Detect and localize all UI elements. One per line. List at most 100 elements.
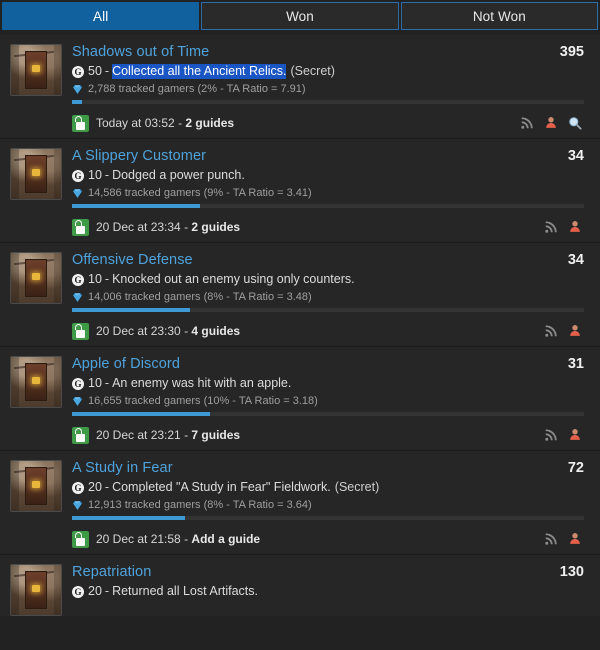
achievement-body: A Study in Fear 72 G 20- Completed "A Study … <box>62 459 590 554</box>
gamerscore-icon: G <box>72 481 84 494</box>
achievement-description-row: G 10- An enemy was hit with an apple. <box>72 376 584 391</box>
unlock-info: 20 Dec at 23:34 - 2 guides <box>96 220 241 234</box>
progress-fill <box>72 100 83 104</box>
unlocked-padlock-icon <box>72 322 89 340</box>
achievement-title-row: Repatriation 130 <box>72 563 584 581</box>
achievement-thumbnail[interactable] <box>10 252 62 304</box>
achievement-stats-row: 14,006 tracked gamers (8% - TA Ratio = 3… <box>72 290 584 304</box>
tab-won[interactable]: Won <box>201 2 399 30</box>
ta-score: 395 <box>559 44 584 60</box>
achievement-thumbnail[interactable] <box>10 44 62 96</box>
achievement-footer-row: 20 Dec at 23:30 - 4 guides <box>72 316 584 346</box>
filter-tab-bar: All Won Not Won <box>0 0 600 30</box>
gamerscore-value: 50 <box>88 64 102 78</box>
achievement-row[interactable]: Repatriation 130 G 20- Returned all Lost Art… <box>0 555 600 616</box>
achievement-thumbnail[interactable] <box>10 148 62 200</box>
unlocked-padlock-icon <box>72 426 89 444</box>
guides-link[interactable]: 7 guides <box>191 428 240 442</box>
achievement-row[interactable]: A Study in Fear 72 G 20- Completed "A Study … <box>0 451 600 555</box>
achievement-body: Apple of Discord 31 G 10- An enemy was hit w… <box>62 355 590 450</box>
achievement-stats-row: 12,913 tracked gamers (8% - TA Ratio = 3… <box>72 498 584 512</box>
achievement-title-link[interactable]: A Slippery Customer <box>72 147 206 165</box>
completion-progress-bar <box>72 308 584 312</box>
completion-progress-bar <box>72 100 584 104</box>
achievement-description: Returned all Lost Artifacts. <box>112 584 258 598</box>
unlock-info: Today at 03:52 - 2 guides <box>96 116 235 130</box>
row-action-icons <box>544 324 584 338</box>
unlock-date: 20 Dec at 23:34 <box>96 220 181 234</box>
row-action-icons <box>520 116 584 130</box>
description-separator: - <box>104 272 110 286</box>
guides-link[interactable]: 2 guides <box>185 116 234 130</box>
person-icon[interactable] <box>568 532 582 546</box>
row-action-icons <box>544 220 584 234</box>
achievement-description-row: G 20- Completed "A Study in Fear" Fieldwor… <box>72 480 584 495</box>
description-separator: - <box>104 376 110 390</box>
progress-fill <box>72 308 190 312</box>
achievement-description: Collected all the Ancient Relics. <box>112 64 287 79</box>
gamerscore-value: 20 <box>88 480 102 494</box>
achievement-title-link[interactable]: A Study in Fear <box>72 459 173 477</box>
tab-label: All <box>93 8 109 24</box>
achievement-thumbnail[interactable] <box>10 564 62 616</box>
person-icon[interactable] <box>568 220 582 234</box>
achievement-title-row: Shadows out of Time 395 <box>72 43 584 61</box>
achievement-footer-row: 20 Dec at 21:58 - Add a guide <box>72 524 584 554</box>
achievement-thumbnail[interactable] <box>10 356 62 408</box>
achievement-list: Shadows out of Time 395 G 50 - Collected all … <box>0 30 600 616</box>
rss-icon[interactable] <box>544 428 558 442</box>
gamerscore-icon: G <box>72 65 84 78</box>
ta-score: 31 <box>567 356 584 372</box>
achievement-footer-row: 20 Dec at 23:34 - 2 guides <box>72 212 584 242</box>
unlock-date: Today at 03:52 <box>96 116 175 130</box>
achievement-title-link[interactable]: Offensive Defense <box>72 251 193 269</box>
secret-label: (Secret) <box>290 64 335 78</box>
achievement-stats-row: 16,655 tracked gamers (10% - TA Ratio = … <box>72 394 584 408</box>
person-icon[interactable] <box>568 428 582 442</box>
rss-icon[interactable] <box>520 116 534 130</box>
achievement-title-link[interactable]: Apple of Discord <box>72 355 180 373</box>
achievement-description: Completed "A Study in Fear" Fieldwork. <box>112 480 331 494</box>
unlock-date: 20 Dec at 21:58 <box>96 532 181 546</box>
magnifier-icon[interactable] <box>568 116 582 130</box>
gamerscore-value: 10 <box>88 272 102 286</box>
gamerscore-value: 10 <box>88 376 102 390</box>
achievement-title-row: Apple of Discord 31 <box>72 355 584 373</box>
achievement-row[interactable]: Offensive Defense 34 G 10- Knocked out an en… <box>0 243 600 347</box>
ta-score: 130 <box>559 564 584 580</box>
achievement-footer-row: 20 Dec at 23:21 - 7 guides <box>72 420 584 450</box>
gamerscore-icon: G <box>72 169 84 182</box>
guides-link[interactable]: 2 guides <box>191 220 240 234</box>
achievement-row[interactable]: Apple of Discord 31 G 10- An enemy was hit w… <box>0 347 600 451</box>
guides-link[interactable]: 4 guides <box>191 324 240 338</box>
rss-icon[interactable] <box>544 532 558 546</box>
guides-link[interactable]: Add a guide <box>191 532 260 546</box>
achievement-body: Offensive Defense 34 G 10- Knocked out an en… <box>62 251 590 346</box>
achievement-description: Knocked out an enemy using only counters… <box>112 272 355 286</box>
achievement-row[interactable]: Shadows out of Time 395 G 50- Collected all … <box>0 35 600 139</box>
gem-icon <box>72 84 83 95</box>
achievement-title-link[interactable]: Shadows out of Time <box>72 43 209 61</box>
achievement-title-link[interactable]: Repatriation <box>72 563 151 581</box>
achievement-body: A Slippery Customer 34 G 10- Dodged a power … <box>62 147 590 242</box>
rss-icon[interactable] <box>544 220 558 234</box>
achievement-description: Dodged a power punch. <box>112 168 245 182</box>
person-icon[interactable] <box>568 324 582 338</box>
completion-progress-bar <box>72 204 584 208</box>
person-icon[interactable] <box>544 116 558 130</box>
tab-all[interactable]: All <box>2 2 200 30</box>
secret-label: (Secret) <box>334 480 380 494</box>
ta-score: 34 <box>567 252 584 268</box>
tab-not-won[interactable]: Not Won <box>400 2 598 30</box>
achievement-description-row: G 10- Dodged a power punch. <box>72 168 584 183</box>
achievement-title-row: A Study in Fear 72 <box>72 459 584 477</box>
achievement-thumbnail[interactable] <box>10 460 62 512</box>
gamerscore-value: 20 <box>88 584 102 598</box>
row-action-icons <box>544 428 584 442</box>
progress-fill <box>72 516 185 520</box>
achievement-title-row: A Slippery Customer 34 <box>72 147 584 165</box>
progress-fill <box>72 412 211 416</box>
gem-icon <box>72 500 83 511</box>
rss-icon[interactable] <box>544 324 558 338</box>
achievement-row[interactable]: A Slippery Customer 34 G 10- Dodged a power … <box>0 139 600 243</box>
